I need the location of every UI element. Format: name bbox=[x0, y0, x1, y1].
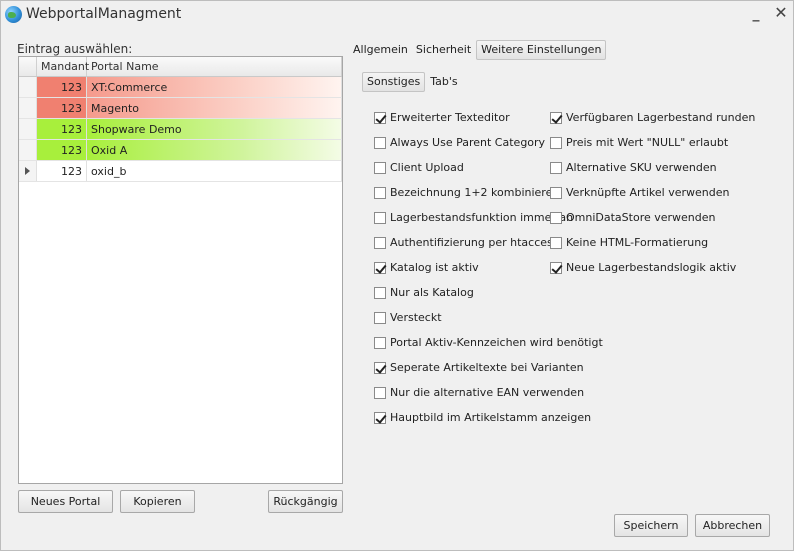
tab-sicherheit[interactable]: Sicherheit bbox=[413, 40, 474, 60]
option-neue-lagerbestandslogik[interactable]: Neue Lagerbestandslogik aktiv bbox=[550, 255, 755, 280]
checkbox[interactable] bbox=[374, 311, 386, 324]
checkbox[interactable] bbox=[550, 211, 562, 224]
checkbox[interactable] bbox=[550, 161, 562, 174]
entry-select-label: Eintrag auswählen: bbox=[17, 42, 133, 56]
window-title: WebportalManagment bbox=[26, 6, 182, 22]
grid-header: Mandant Portal Name bbox=[19, 57, 342, 77]
table-row[interactable]: 123 XT:Commerce bbox=[19, 77, 342, 98]
row-indicator bbox=[19, 161, 37, 181]
copy-button[interactable]: Kopieren bbox=[120, 490, 195, 513]
sub-tabs: Sonstiges Tab's bbox=[362, 72, 461, 92]
subtab-tabs[interactable]: Tab's bbox=[427, 72, 460, 92]
option-verknuepfte-artikel[interactable]: Verknüpfte Artikel verwenden bbox=[550, 180, 755, 205]
checkbox[interactable] bbox=[374, 386, 386, 399]
checkbox[interactable] bbox=[374, 286, 386, 299]
table-row[interactable]: 123 Oxid A bbox=[19, 140, 342, 161]
checkbox[interactable] bbox=[374, 336, 386, 349]
main-tabs: Allgemein Sicherheit Weitere Einstellung… bbox=[350, 40, 608, 60]
checkbox[interactable] bbox=[550, 136, 562, 149]
cell-mandant: 123 bbox=[37, 77, 87, 97]
cancel-button[interactable]: Abbrechen bbox=[695, 514, 770, 537]
table-row-selected[interactable]: 123 oxid_b bbox=[19, 161, 342, 182]
new-portal-button[interactable]: Neues Portal bbox=[18, 490, 113, 513]
option-nur-als-katalog[interactable]: Nur als Katalog bbox=[374, 280, 603, 305]
option-lagerbestand-runden[interactable]: Verfügbaren Lagerbestand runden bbox=[550, 105, 755, 130]
option-portal-aktiv-kennzeichen[interactable]: Portal Aktiv-Kennzeichen wird benötigt bbox=[374, 330, 603, 355]
checkbox[interactable] bbox=[374, 111, 386, 124]
checkbox[interactable] bbox=[374, 261, 386, 274]
checkbox[interactable] bbox=[374, 411, 386, 424]
option-preis-null-erlaubt[interactable]: Preis mit Wert "NULL" erlaubt bbox=[550, 130, 755, 155]
checkbox[interactable] bbox=[374, 211, 386, 224]
checkbox[interactable] bbox=[550, 186, 562, 199]
globe-icon bbox=[5, 6, 22, 23]
undo-button[interactable]: Rückgängig bbox=[268, 490, 343, 513]
checkbox[interactable] bbox=[374, 361, 386, 374]
cell-portal-name: Magento bbox=[87, 98, 342, 118]
cell-mandant: 123 bbox=[37, 98, 87, 118]
subtab-sonstiges[interactable]: Sonstiges bbox=[362, 72, 426, 92]
checkbox[interactable] bbox=[550, 111, 562, 124]
checkbox[interactable] bbox=[374, 161, 386, 174]
checkbox[interactable] bbox=[550, 261, 562, 274]
option-alternative-sku[interactable]: Alternative SKU verwenden bbox=[550, 155, 755, 180]
row-indicator bbox=[19, 119, 37, 139]
cell-portal-name: oxid_b bbox=[87, 161, 342, 181]
app-window: WebportalManagment _ ✕ Eintrag auswählen… bbox=[0, 0, 794, 551]
option-seperate-artikeltexte[interactable]: Seperate Artikeltexte bei Varianten bbox=[374, 355, 603, 380]
minimize-button[interactable]: _ bbox=[747, 5, 765, 23]
cell-mandant: 123 bbox=[37, 161, 87, 181]
cell-mandant: 123 bbox=[37, 140, 87, 160]
save-button[interactable]: Speichern bbox=[614, 514, 688, 537]
column-header-portal-name[interactable]: Portal Name bbox=[87, 57, 342, 76]
tab-weitere-einstellungen[interactable]: Weitere Einstellungen bbox=[476, 40, 607, 60]
table-row[interactable]: 123 Magento bbox=[19, 98, 342, 119]
title-bar: WebportalManagment _ ✕ bbox=[1, 1, 793, 29]
checkbox[interactable] bbox=[374, 186, 386, 199]
option-keine-html-formatierung[interactable]: Keine HTML-Formatierung bbox=[550, 230, 755, 255]
row-indicator bbox=[19, 77, 37, 97]
table-row[interactable]: 123 Shopware Demo bbox=[19, 119, 342, 140]
checkbox[interactable] bbox=[374, 236, 386, 249]
portal-grid: Mandant Portal Name 123 XT:Commerce 123 … bbox=[18, 56, 343, 484]
options-column-2: Verfügbaren Lagerbestand runden Preis mi… bbox=[550, 105, 755, 280]
cell-mandant: 123 bbox=[37, 119, 87, 139]
option-versteckt[interactable]: Versteckt bbox=[374, 305, 603, 330]
current-row-arrow-icon bbox=[25, 167, 30, 175]
row-indicator-header bbox=[19, 57, 37, 76]
close-button[interactable]: ✕ bbox=[772, 4, 790, 22]
tab-allgemein[interactable]: Allgemein bbox=[350, 40, 411, 60]
checkbox[interactable] bbox=[374, 136, 386, 149]
cell-portal-name: Shopware Demo bbox=[87, 119, 342, 139]
row-indicator bbox=[19, 98, 37, 118]
cell-portal-name: Oxid A bbox=[87, 140, 342, 160]
cell-portal-name: XT:Commerce bbox=[87, 77, 342, 97]
column-header-mandant[interactable]: Mandant bbox=[37, 57, 89, 76]
option-hauptbild-anzeigen[interactable]: Hauptbild im Artikelstamm anzeigen bbox=[374, 405, 603, 430]
option-alternative-ean[interactable]: Nur die alternative EAN verwenden bbox=[374, 380, 603, 405]
option-omnidatastore[interactable]: OmniDataStore verwenden bbox=[550, 205, 755, 230]
checkbox[interactable] bbox=[550, 236, 562, 249]
row-indicator bbox=[19, 140, 37, 160]
